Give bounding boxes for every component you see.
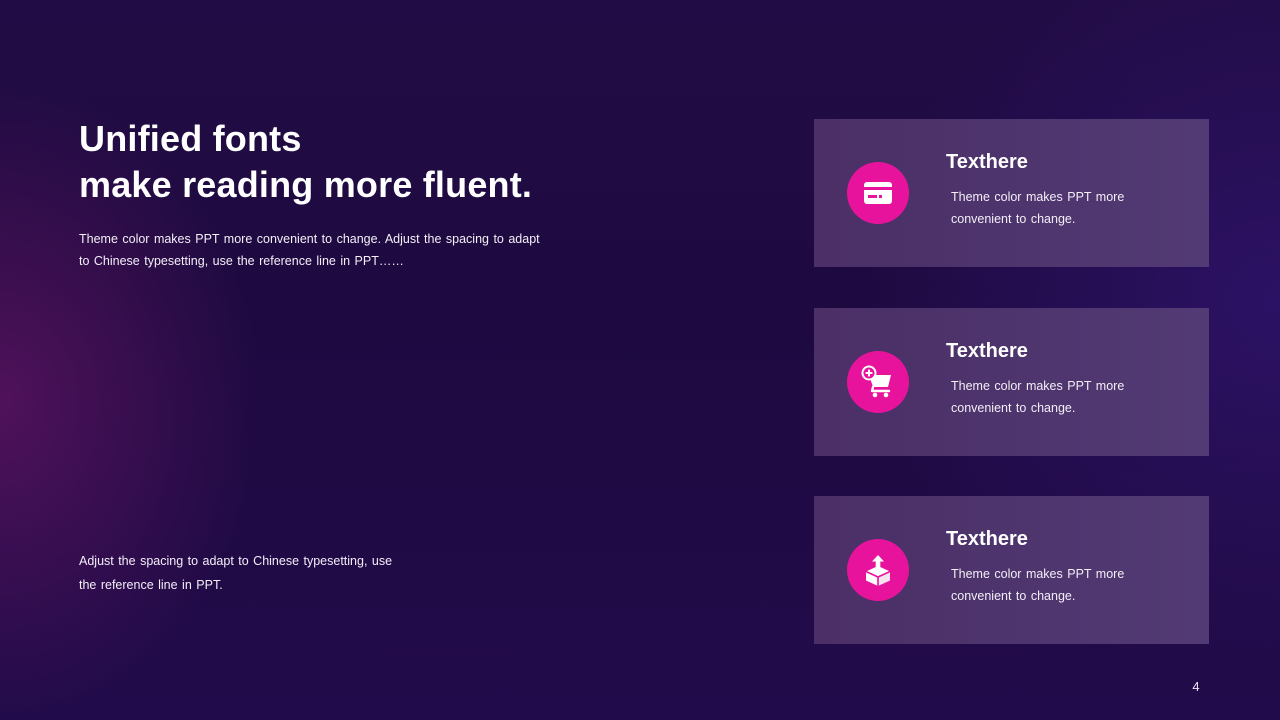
card-text: Theme color makes PPT more convenient to… — [951, 190, 1125, 226]
credit-card-icon — [847, 162, 909, 224]
card-text: Theme color makes PPT more convenient to… — [951, 379, 1125, 415]
slide: Unified fonts make reading more fluent. … — [0, 0, 1280, 720]
package-upload-icon — [847, 539, 909, 601]
feature-card-3: Texthere Theme color makes PPT more conv… — [814, 496, 1209, 644]
headline-line-1: Unified fonts — [79, 118, 302, 159]
footnote-paragraph: Adjust the spacing to adapt to Chinese t… — [79, 554, 393, 592]
feature-card-1: Texthere Theme color makes PPT more conv… — [814, 119, 1209, 267]
feature-card-2: Texthere Theme color makes PPT more conv… — [814, 308, 1209, 456]
intro-paragraph: Theme color makes PPT more convenient to… — [79, 232, 540, 268]
headline-line-2: make reading more fluent. — [79, 164, 533, 205]
card-title: Texthere — [946, 528, 1028, 550]
card-text: Theme color makes PPT more convenient to… — [951, 567, 1125, 603]
card-title: Texthere — [946, 151, 1028, 173]
page-number: 4 — [1192, 679, 1200, 694]
card-title: Texthere — [946, 340, 1028, 362]
headline: Unified fonts make reading more fluent. — [79, 116, 532, 208]
shopping-cart-add-icon — [847, 351, 909, 413]
